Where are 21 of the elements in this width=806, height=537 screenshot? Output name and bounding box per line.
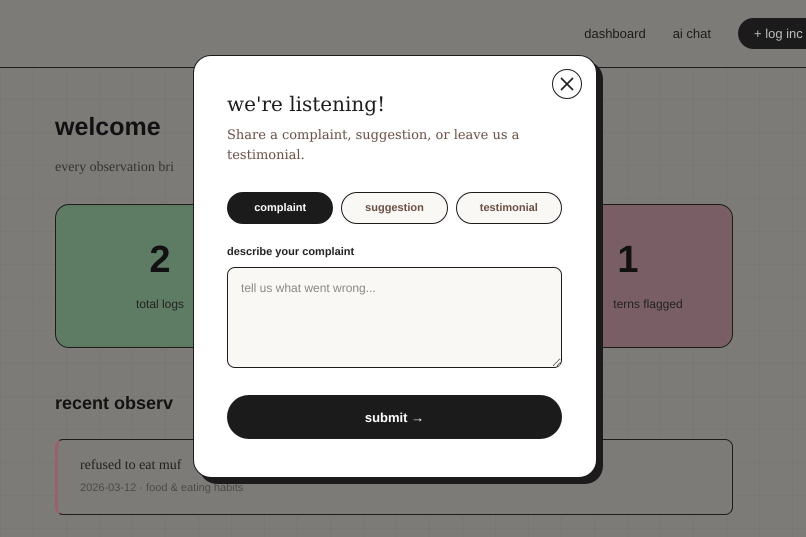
nav-link[interactable]: ai chat (672, 26, 711, 41)
page-heading: welcome (55, 113, 161, 142)
submit-button[interactable]: submit → (227, 395, 562, 439)
message-field[interactable]: tell us what went wrong... (227, 267, 562, 368)
section-heading: recent observ (55, 393, 174, 414)
close-button[interactable] (552, 69, 582, 99)
feedback-type-tab[interactable]: suggestion (341, 192, 448, 224)
page-subtitle: every observation bri (55, 160, 174, 176)
feedback-type-tab[interactable]: complaint (227, 192, 334, 224)
stat-value: 2 (149, 241, 171, 279)
stat-label: total logs (136, 297, 184, 311)
feedback-type-tab[interactable]: testimonial (456, 192, 562, 224)
stat-value: 1 (617, 241, 639, 279)
stat-label: terns flagged (612, 297, 683, 311)
dialog-description: Share a complaint, suggestion, or leave us a testimonial. (227, 127, 520, 165)
dialog-title: we're listening! (227, 92, 386, 116)
nav-link[interactable]: dashboard (584, 26, 646, 41)
field-label: describe your complaint (227, 246, 356, 258)
log-incident-button[interactable]: + log inc (738, 18, 806, 49)
observation-title: refused to eat muf (80, 458, 182, 474)
close-icon (560, 77, 574, 91)
